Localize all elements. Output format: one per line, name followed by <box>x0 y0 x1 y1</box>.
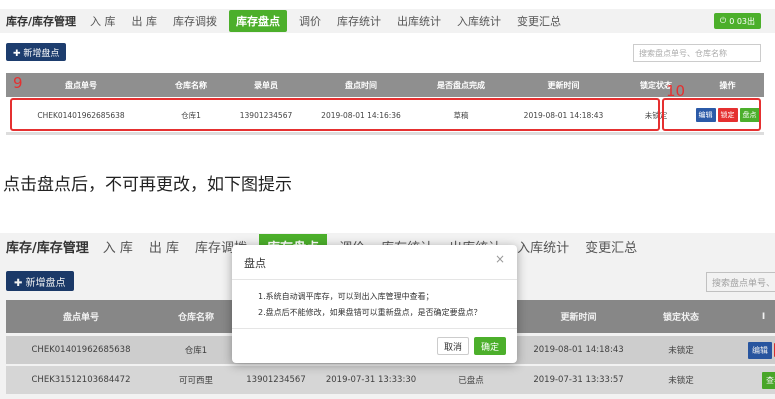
col-actions: 操作 <box>719 80 736 90</box>
power-icon: ⏻ <box>719 16 727 25</box>
cancel-button[interactable]: 取消 <box>437 337 469 355</box>
cell-clerk: 13901234567 <box>246 375 306 385</box>
tab-price-adjust[interactable]: 调价 <box>291 13 329 29</box>
annotation-number-10: 10 <box>666 82 686 100</box>
tab-change-summary[interactable]: 变更汇总 <box>509 13 569 29</box>
cell-actions: 编辑 <box>721 341 775 359</box>
cell-completed: 已盘点 <box>458 376 484 386</box>
col-warehouse: 仓库名称 <box>175 80 207 90</box>
dialog-divider <box>232 279 517 280</box>
breadcrumb-title-2: 库存/库存管理 <box>6 240 89 256</box>
stocktake-confirm-dialog: 盘点 × 1.系统自动调平库存，可以到出入库管理中查看； 2.盘点后不能修改，如… <box>232 245 517 363</box>
caption-text: 点击盘点后，不可再更改，如下图提示 <box>3 175 292 195</box>
tab-outbound-stats[interactable]: 出库统计 <box>389 13 449 29</box>
cell-warehouse: 仓库1 <box>184 346 208 356</box>
col-lock-status-2: 锁定状态 <box>662 313 699 323</box>
col-order-no: 盘点单号 <box>65 80 97 90</box>
edit-button[interactable]: 编辑 <box>748 341 772 359</box>
cell-warehouse: 可可西里 <box>178 376 213 386</box>
table-row: CHEK31512103684472 可可西里 13901234567 2019… <box>6 366 775 394</box>
annotation-number-9: 9 <box>13 74 23 92</box>
col-actions-2: Ⅰ <box>761 311 766 322</box>
col-updated: 更新时间 <box>547 80 580 90</box>
dialog-divider <box>232 328 517 329</box>
tab-inbound-stats[interactable]: 入库统计 <box>449 13 509 29</box>
table-bottom-border <box>6 132 764 135</box>
col-stocktake-time: 盘点时间 <box>345 80 377 90</box>
dialog-title: 盘点 <box>244 257 266 270</box>
tab-inbound[interactable]: 入 库 <box>82 13 124 29</box>
col-warehouse-2: 仓库名称 <box>177 313 214 323</box>
col-updated-2: 更新时间 <box>560 313 597 323</box>
col-clerk: 录单员 <box>254 80 278 90</box>
add-stocktake-button[interactable]: ✚ 新增盘点 <box>6 43 67 61</box>
cell-order-no: CHEK01401962685638 <box>31 345 131 355</box>
cell-updated: 2019-08-01 14:18:43 <box>533 345 624 355</box>
col-completed: 是否盘点完成 <box>437 80 485 90</box>
tab-outbound[interactable]: 出 库 <box>124 13 166 29</box>
annotation-box-actions <box>662 98 761 131</box>
tab-transfer[interactable]: 库存调拨 <box>165 13 225 29</box>
confirm-button[interactable]: 确定 <box>474 337 506 355</box>
dialog-message-line-1: 1.系统自动调平库存，可以到出入库管理中查看； <box>258 292 434 301</box>
table-header: 盘点单号 仓库名称 录单员 盘点时间 是否盘点完成 更新时间 锁定状态 操作 <box>6 73 764 97</box>
tab-stock-stats[interactable]: 库存统计 <box>329 13 389 29</box>
cell-updated: 2019-07-31 13:33:57 <box>533 375 624 385</box>
top-nav: 库存/库存管理 入 库 出 库 库存调拨 库存盘点 调价 库存统计 出库统计 入… <box>0 9 775 33</box>
breadcrumb-title: 库存/库存管理 <box>6 15 77 28</box>
annotation-box-row <box>10 98 660 131</box>
tab-inbound-stats-2[interactable]: 入库统计 <box>509 237 577 256</box>
close-icon[interactable]: × <box>495 252 505 266</box>
tab-inbound-2[interactable]: 入 库 <box>95 237 141 256</box>
search-input-2[interactable]: 搜索盘点单号、 <box>706 272 775 292</box>
cell-order-no: CHEK31512103684472 <box>31 375 131 385</box>
tab-stocktake[interactable]: 库存盘点 <box>229 10 288 32</box>
view-button[interactable]: 查看 <box>762 371 775 389</box>
exit-button[interactable]: ⏻ 0 03出 <box>713 13 761 29</box>
cell-stocktake-time: 2019-07-31 13:33:30 <box>325 375 417 385</box>
dialog-message-line-2: 2.盘点后不能修改，如果盘错可以重新盘点，是否确定要盘点？ <box>258 308 482 317</box>
tab-change-summary-2[interactable]: 变更汇总 <box>577 237 645 256</box>
cell-lock-status: 未锁定 <box>668 346 694 356</box>
cell-lock-status: 未锁定 <box>668 376 694 386</box>
add-stocktake-button-2[interactable]: ✚ 新增盘点 <box>6 271 74 291</box>
search-input[interactable]: 搜索盘点单号、仓库名称 <box>633 44 761 62</box>
tab-outbound-2[interactable]: 出 库 <box>141 237 187 256</box>
cell-actions: 查看 <box>721 371 775 389</box>
col-order-no-2: 盘点单号 <box>62 313 99 323</box>
exit-label: 0 03出 <box>729 16 755 26</box>
